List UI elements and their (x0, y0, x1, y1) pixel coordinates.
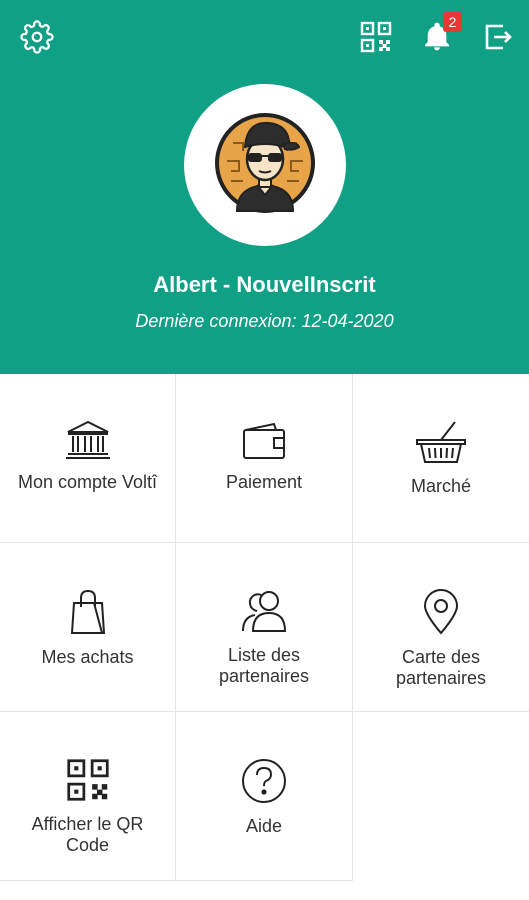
notifications-button[interactable]: 2 (418, 12, 462, 56)
map-pin-icon (422, 589, 460, 635)
menu-item-liste-partenaires[interactable]: Liste des partenaires (176, 543, 353, 712)
menu-item-label: Liste des partenaires (218, 645, 310, 686)
menu-item-label: Paiement (225, 472, 303, 492)
logout-icon (483, 22, 513, 52)
menu-item-label: Carte des partenaires (395, 647, 487, 688)
gear-icon (20, 20, 54, 54)
menu-item-label: Aide (245, 816, 283, 836)
menu-item-mon-compte[interactable]: Mon compte Voltî (0, 374, 176, 543)
wallet-icon (240, 420, 288, 460)
user-name: Albert - NouvelInscrit (153, 272, 376, 297)
qr-code-icon (66, 758, 110, 802)
menu-item-label: Afficher le QR Code (31, 814, 144, 855)
menu-item-mes-achats[interactable]: Mes achats (0, 543, 176, 712)
menu-item-afficher-qr[interactable]: Afficher le QR Code (0, 712, 176, 881)
basket-icon (415, 420, 467, 464)
qr-code-button[interactable] (357, 18, 395, 56)
qr-code-icon (360, 21, 392, 53)
menu-item-paiement[interactable]: Paiement (176, 374, 353, 543)
menu-item-aide[interactable]: Aide (176, 712, 353, 881)
menu-item-label: Mon compte Voltî (17, 472, 158, 492)
logout-button[interactable] (479, 18, 517, 56)
menu-item-marche[interactable]: Marché (353, 374, 529, 543)
shopping-bag-icon (68, 589, 108, 635)
menu-grid: Mon compte Voltî Paiement Marché Mes ach… (0, 374, 529, 881)
avatar-image (213, 111, 317, 220)
people-icon (239, 589, 289, 633)
menu-item-carte-partenaires[interactable]: Carte des partenaires (353, 543, 529, 712)
profile-header: 2 Albert - NouvelInscrit Dernière connex… (0, 0, 529, 374)
last-login: Dernière connexion: 12-04-2020 (135, 311, 394, 331)
help-icon (241, 758, 287, 804)
settings-button[interactable] (18, 18, 56, 56)
menu-item-label: Mes achats (41, 647, 134, 667)
menu-item-label: Marché (410, 476, 472, 496)
empty-cell (353, 712, 529, 881)
bank-icon (64, 420, 112, 460)
notification-badge: 2 (443, 12, 462, 32)
avatar (184, 84, 346, 246)
